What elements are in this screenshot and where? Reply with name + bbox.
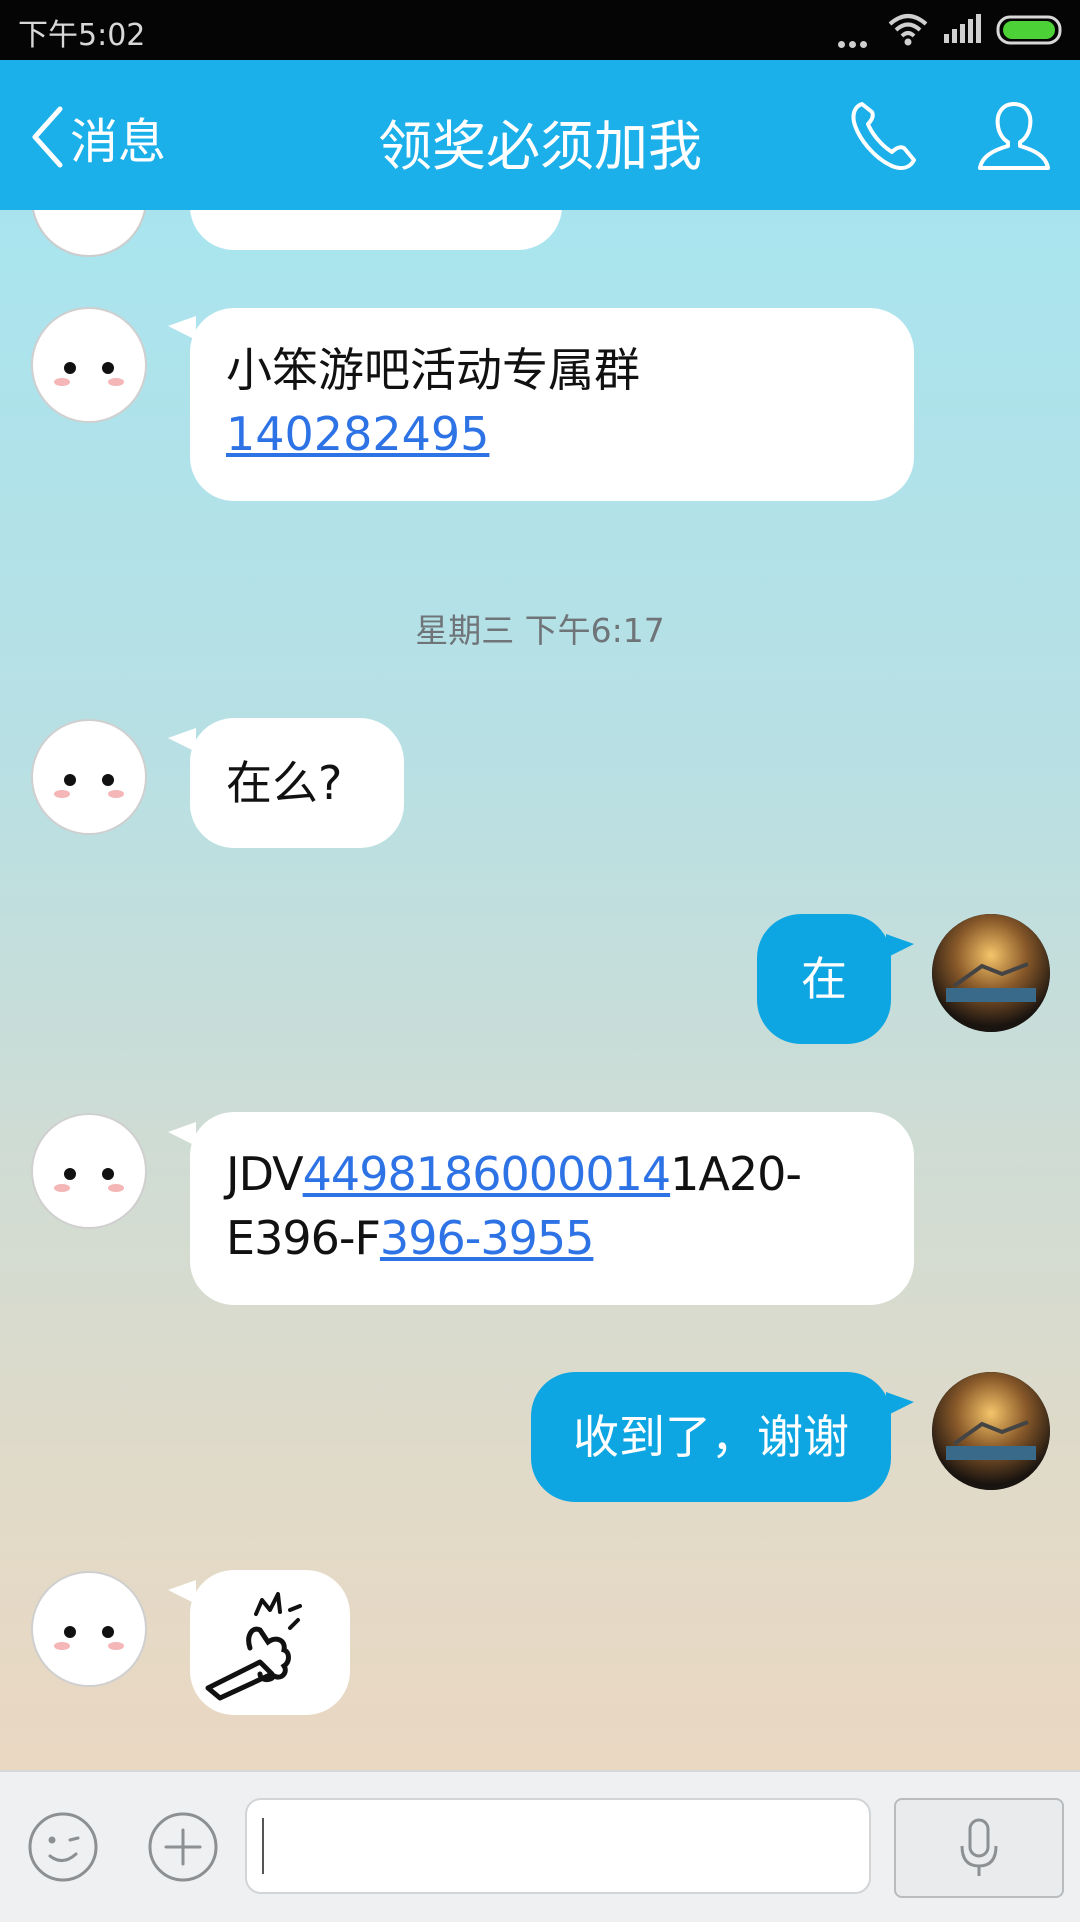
profile-button[interactable]	[976, 98, 1052, 178]
chat-header: 消息 领奖必须加我	[0, 60, 1080, 210]
contact-avatar[interactable]	[30, 1112, 148, 1230]
message-text: 1A20-	[670, 1147, 802, 1201]
more-options-button[interactable]	[146, 1810, 220, 1888]
contact-avatar[interactable]	[30, 718, 148, 836]
contact-avatar[interactable]	[30, 1570, 148, 1688]
profile-icon	[978, 102, 1050, 170]
call-button[interactable]	[848, 98, 920, 178]
voice-button[interactable]	[894, 1798, 1064, 1898]
plus-icon	[148, 1812, 218, 1882]
microphone-icon	[960, 1818, 998, 1876]
status-bar: 下午5:02	[0, 0, 1080, 60]
message-bubble[interactable]: 在	[757, 914, 891, 1044]
status-time: 下午5:02	[18, 18, 146, 53]
message-bubble[interactable]: 小笨游吧活动专属群 140282495	[190, 308, 914, 501]
message-text: 小笨游吧活动专属群	[226, 343, 640, 397]
message-text: 在	[801, 952, 847, 1006]
my-avatar[interactable]	[932, 914, 1050, 1032]
message-input[interactable]	[245, 1798, 871, 1894]
contact-avatar[interactable]	[30, 210, 148, 258]
message-text: 收到了，谢谢	[573, 1410, 849, 1464]
message-timestamp: 星期三 下午6:17	[415, 611, 665, 650]
wifi-icon	[888, 14, 928, 46]
my-avatar[interactable]	[932, 1372, 1050, 1490]
sticker-bubble[interactable]	[190, 1570, 350, 1715]
message-text: 在么?	[226, 756, 343, 810]
emoji-button[interactable]	[26, 1810, 100, 1888]
phone-number-link[interactable]: 396-3955	[380, 1211, 594, 1265]
message-bubble-partial[interactable]	[190, 210, 562, 250]
more-dots-icon	[838, 33, 871, 52]
contact-avatar[interactable]	[30, 306, 148, 424]
number-link[interactable]: 4498186000014	[303, 1147, 671, 1201]
thumbs-up-sticker	[205, 1592, 302, 1701]
phone-icon	[851, 102, 916, 170]
message-text: E396-F	[226, 1211, 381, 1265]
message-bubble[interactable]: 在么?	[190, 718, 404, 848]
message-bubble[interactable]: 收到了，谢谢	[531, 1372, 891, 1502]
battery-icon	[996, 15, 1062, 45]
message-text: JDV	[226, 1147, 304, 1201]
chat-area[interactable]: 小笨游吧活动专属群 140282495 星期三 下午6:17 在么? 在 JDV…	[0, 210, 1080, 1770]
text-cursor	[262, 1818, 264, 1874]
group-number-link[interactable]: 140282495	[226, 407, 489, 461]
emoji-icon	[28, 1812, 98, 1882]
signal-icon	[944, 14, 981, 43]
message-bubble[interactable]: JDV44981860000141A20- E396-F396-3955	[190, 1112, 914, 1305]
input-bar	[0, 1770, 1080, 1922]
